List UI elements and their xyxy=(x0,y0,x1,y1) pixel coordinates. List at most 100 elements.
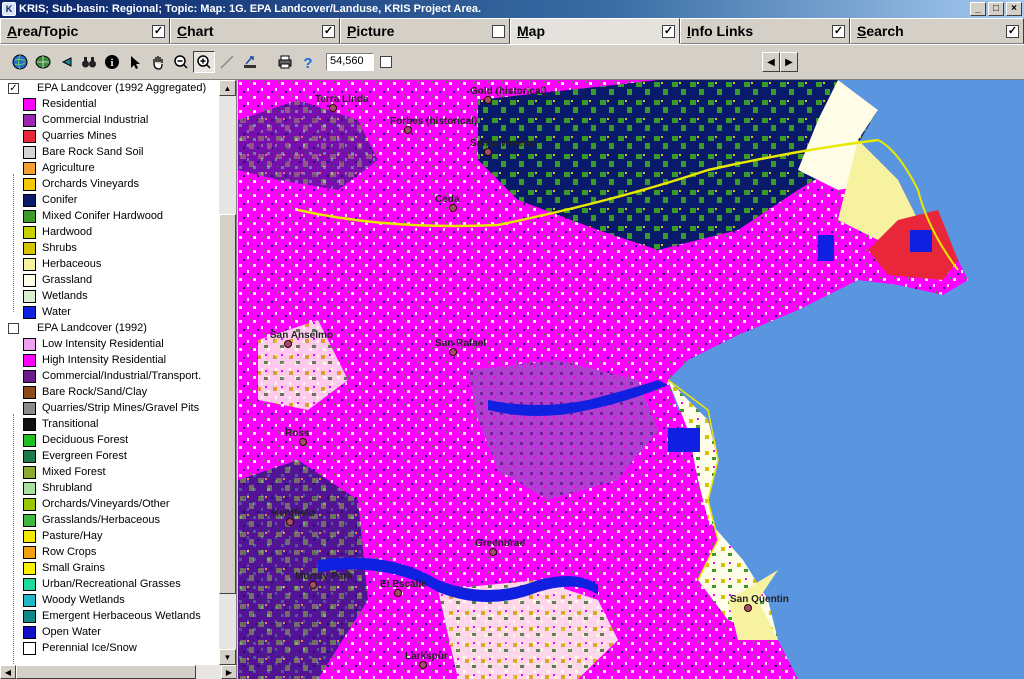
legend-item[interactable]: Agriculture xyxy=(23,160,95,176)
landcover-map[interactable]: Terra Linda Gold (historical) Forbes (hist… xyxy=(238,80,1024,679)
legend-item[interactable]: Urban/Recreational Grasses xyxy=(23,576,181,592)
help-icon[interactable]: ? xyxy=(297,51,319,73)
town-label: Ross xyxy=(285,428,310,439)
tab-checkbox[interactable]: ✓ xyxy=(832,24,845,38)
layers-icon[interactable] xyxy=(32,51,54,73)
legend-item[interactable]: Orchards/Vineyards/Other xyxy=(23,496,170,512)
legend-item[interactable]: High Intensity Residential xyxy=(23,352,166,368)
tab-checkbox[interactable]: ✓ xyxy=(152,24,165,38)
legend-item[interactable]: Water xyxy=(23,304,71,320)
scale-lock-checkbox[interactable] xyxy=(380,56,392,68)
tab-checkbox[interactable]: ✓ xyxy=(662,24,675,38)
zoom-in-icon[interactable] xyxy=(193,51,215,73)
legend-item-label: High Intensity Residential xyxy=(42,354,167,366)
legend-item-label: Conifer xyxy=(42,194,78,206)
legend-item[interactable]: Grasslands/Herbaceous xyxy=(23,512,160,528)
legend-item[interactable]: Bare Rock Sand Soil xyxy=(23,144,144,160)
legend-swatch xyxy=(23,97,36,111)
pointer-icon[interactable] xyxy=(124,51,146,73)
town-dot xyxy=(309,581,317,589)
hotlink-icon[interactable] xyxy=(239,51,261,73)
zoom-out-icon[interactable] xyxy=(170,51,192,73)
map-scale-input[interactable]: 54,560 xyxy=(326,53,374,71)
legend-item[interactable]: Mixed Forest xyxy=(23,464,106,480)
globe-icon[interactable] xyxy=(9,51,31,73)
tab-chart[interactable]: Chart ✓ xyxy=(170,18,340,44)
scroll-up-button[interactable]: ▲ xyxy=(219,80,236,96)
legend-item[interactable]: Hardwood xyxy=(23,224,92,240)
close-button[interactable]: × xyxy=(1006,2,1022,16)
scroll-thumb[interactable] xyxy=(16,665,196,679)
legend-item[interactable]: Orchards Vineyards xyxy=(23,176,139,192)
legend-item[interactable]: Emergent Herbaceous Wetlands xyxy=(23,608,201,624)
info-icon[interactable]: i xyxy=(101,51,123,73)
binoculars-icon[interactable] xyxy=(78,51,100,73)
legend-item[interactable]: Woody Wetlands xyxy=(23,592,125,608)
tab-checkbox[interactable]: ✓ xyxy=(322,24,335,38)
tab-checkbox[interactable]: ✓ xyxy=(1006,24,1019,38)
legend-group-epa-1992[interactable]: EPA Landcover (1992) xyxy=(8,322,147,334)
legend-item-label: Emergent Herbaceous Wetlands xyxy=(42,610,201,622)
scroll-left-button[interactable]: ◀ xyxy=(0,665,16,679)
town-label: Gold (historical) xyxy=(470,86,547,97)
legend-item[interactable]: Bare Rock/Sand/Clay xyxy=(23,384,147,400)
legend-item[interactable]: Grassland xyxy=(23,272,92,288)
tab-picture[interactable]: Picture xyxy=(340,18,510,44)
layer-visibility-checkbox[interactable] xyxy=(8,322,19,334)
back-arrow-icon[interactable] xyxy=(55,51,77,73)
legend-item[interactable]: Low Intensity Residential xyxy=(23,336,164,352)
app-icon: K xyxy=(2,2,16,16)
legend-item[interactable]: Evergreen Forest xyxy=(23,448,127,464)
previous-extent-button[interactable]: ◀ xyxy=(762,52,780,72)
legend-item-label: Deciduous Forest xyxy=(42,434,129,446)
minimize-button[interactable]: _ xyxy=(970,2,986,16)
tab-info-links[interactable]: Info Links ✓ xyxy=(680,18,850,44)
legend-item[interactable]: Perennial Ice/Snow xyxy=(23,640,137,656)
legend-item[interactable]: Small Grains xyxy=(23,560,105,576)
town-label: San Anselmo xyxy=(270,330,333,341)
legend-item-label: Pasture/Hay xyxy=(42,530,103,542)
legend-swatch xyxy=(23,289,36,303)
legend-item[interactable]: Wetlands xyxy=(23,288,88,304)
tab-area-topic[interactable]: Area/Topic ✓ xyxy=(0,18,170,44)
legend-item[interactable]: Mixed Conifer Hardwood xyxy=(23,208,163,224)
maximize-button[interactable]: □ xyxy=(988,2,1004,16)
legend-item[interactable]: Open Water xyxy=(23,624,101,640)
map-view[interactable]: Terra Linda Gold (historical) Forbes (hist… xyxy=(238,80,1024,679)
legend-item-label: Mixed Conifer Hardwood xyxy=(42,210,164,222)
town-label: Murray Park xyxy=(295,571,353,582)
measure-line-icon[interactable] xyxy=(216,51,238,73)
legend-swatch xyxy=(23,545,36,559)
legend-item[interactable]: Shrubland xyxy=(23,480,92,496)
svg-text:?: ? xyxy=(303,55,312,70)
scroll-thumb[interactable] xyxy=(219,214,236,594)
legend-item-label: Row Crops xyxy=(42,546,97,558)
legend-item[interactable]: Shrubs xyxy=(23,240,77,256)
legend-vertical-scrollbar[interactable]: ▲ ▼ xyxy=(219,80,236,665)
tab-search[interactable]: Search ✓ xyxy=(850,18,1024,44)
legend-item[interactable]: Residential xyxy=(23,96,96,112)
legend-item[interactable]: Pasture/Hay xyxy=(23,528,103,544)
legend-item-label: Herbaceous xyxy=(42,258,102,270)
pan-hand-icon[interactable] xyxy=(147,51,169,73)
scroll-right-button[interactable]: ▶ xyxy=(221,665,236,679)
legend-swatch xyxy=(23,593,36,607)
legend-item[interactable]: Transitional xyxy=(23,416,98,432)
layer-visibility-checkbox[interactable]: ✓ xyxy=(8,82,19,94)
legend-item[interactable]: Commercial Industrial xyxy=(23,112,148,128)
legend-item[interactable]: Herbaceous xyxy=(23,256,101,272)
legend-item[interactable]: Deciduous Forest xyxy=(23,432,128,448)
next-extent-button[interactable]: ▶ xyxy=(780,52,798,72)
legend-group-epa-aggregated[interactable]: ✓ EPA Landcover (1992 Aggregated) xyxy=(8,82,206,94)
legend-item[interactable]: Row Crops xyxy=(23,544,96,560)
tab-checkbox[interactable] xyxy=(492,24,505,38)
scroll-down-button[interactable]: ▼ xyxy=(219,649,236,665)
legend-item[interactable]: Quarries/Strip Mines/Gravel Pits xyxy=(23,400,199,416)
print-icon[interactable] xyxy=(274,51,296,73)
legend-horizontal-scrollbar[interactable]: ◀ ▶ xyxy=(0,665,236,679)
legend-item[interactable]: Conifer xyxy=(23,192,77,208)
tab-map[interactable]: Map ✓ xyxy=(510,18,680,44)
legend-item[interactable]: Quarries Mines xyxy=(23,128,117,144)
legend-item[interactable]: Commercial/Industrial/Transport. xyxy=(23,368,201,384)
title-bar: K KRIS; Sub-basin: Regional; Topic: Map:… xyxy=(0,0,1024,18)
